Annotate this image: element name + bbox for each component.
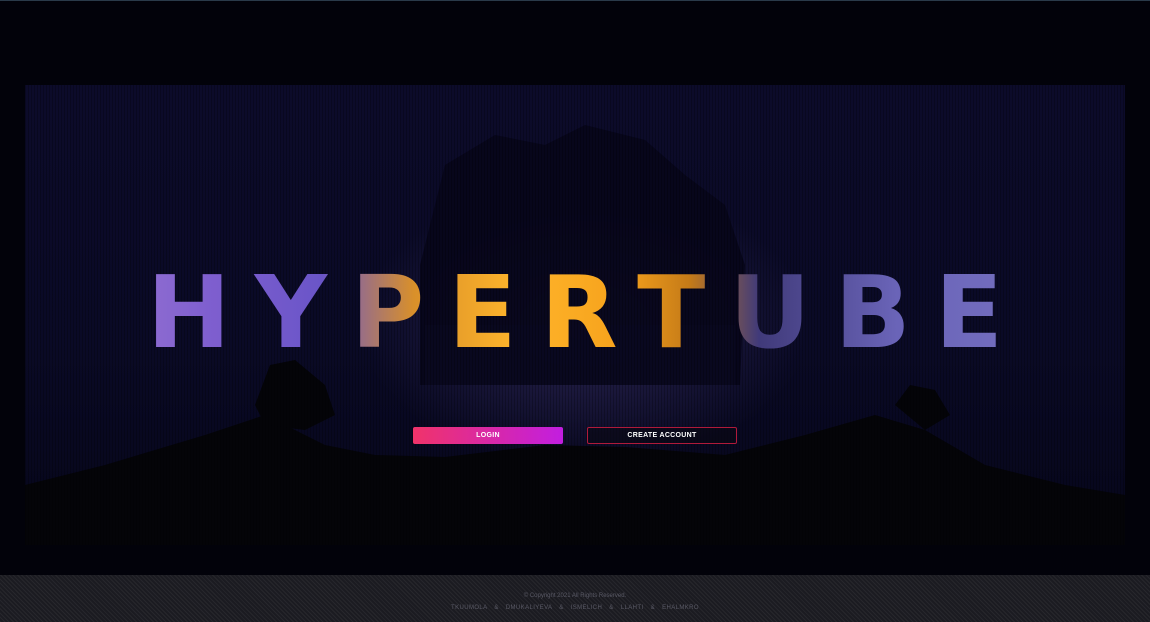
author-name: EHALMKRO bbox=[662, 605, 699, 611]
top-border bbox=[0, 0, 1150, 1]
landing-page: HYPERTUBE LOGIN CREATE ACCOUNT © Copyrig… bbox=[0, 0, 1150, 622]
login-button[interactable]: LOGIN bbox=[413, 427, 563, 444]
author-separator: & bbox=[650, 605, 656, 611]
author-separator: & bbox=[609, 605, 614, 611]
authors-list: TKUUMOLA & DMUKALIYEVA & ISMELICH & LLAH… bbox=[0, 605, 1150, 611]
author-separator: & bbox=[559, 605, 564, 611]
author-separator: & bbox=[494, 605, 499, 611]
copyright-text: © Copyright 2021 All Rights Reserved. bbox=[523, 593, 627, 599]
author-name: DMUKALIYEVA bbox=[505, 605, 553, 611]
app-title: HYPERTUBE bbox=[0, 258, 1150, 368]
author-name: ISMELICH bbox=[570, 605, 603, 611]
author-name: TKUUMOLA bbox=[451, 605, 488, 611]
footer: © Copyright 2021 All Rights Reserved. TK… bbox=[0, 575, 1150, 622]
author-name: LLAHTI bbox=[620, 605, 644, 611]
create-account-button[interactable]: CREATE ACCOUNT bbox=[587, 427, 737, 444]
